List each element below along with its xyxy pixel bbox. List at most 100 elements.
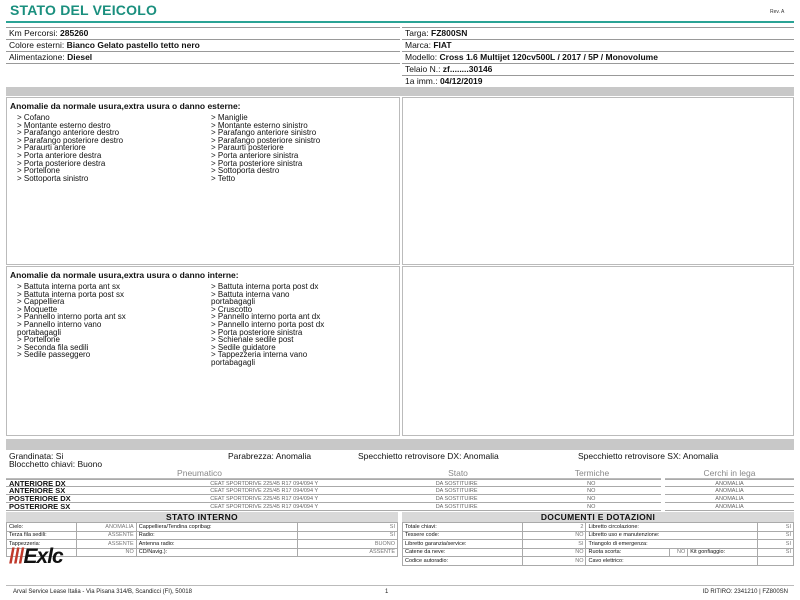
interior-state-table: Cielo: ANOMALIA Cappelliera/Tendina copr… — [6, 522, 398, 557]
parabrezza-text: Parabrezza: Anomalia — [228, 451, 312, 461]
title-divider — [6, 21, 794, 23]
tyre-model: CEAT SPORTDRIVE 225/45 R17 094/094 Y — [210, 496, 319, 502]
cell-value: ASSENTE — [75, 539, 137, 549]
tyre-model: CEAT SPORTDRIVE 225/45 R17 094/094 Y — [210, 504, 319, 510]
tyre-termiche: NO — [587, 504, 596, 510]
cell-value: ANOMALIA — [75, 522, 137, 532]
revision-label: Rev. A — [770, 9, 785, 15]
table-row: POSTERIORE SX CEAT SPORTDRIVE 225/45 R17… — [6, 503, 661, 511]
alloy-wheel-status: ANOMALIA — [665, 495, 794, 503]
internal-damage-col1: > Battuta interna porta ant sx > Battuta… — [17, 283, 126, 359]
vehicle-info-left: Km Percorsi: 285260 Colore esterni: Bian… — [6, 27, 400, 64]
page-title: STATO DEL VEICOLO — [10, 2, 158, 18]
logo-text: lc — [47, 545, 63, 568]
section-separator — [6, 87, 794, 96]
cell-label: Terza fila sedili: — [6, 530, 77, 540]
cell-value: NO — [75, 547, 137, 557]
cell-label: Cappelliera/Tendina copribag: — [135, 522, 299, 532]
table-row: Tessere code: NO Libretto uso e manutenz… — [402, 530, 794, 540]
plate-row: Targa: FZ800SN — [402, 28, 794, 40]
footer-id: ID RITIRO: 2341210 | FZ800SN — [702, 589, 788, 595]
brand-row: Marca: FIAT — [402, 40, 794, 52]
interior-state-title: STATO INTERNO — [6, 512, 398, 522]
cell-value: SI — [757, 539, 794, 549]
table-row: Totale chiavi: 2 Libretto circolazione: … — [402, 522, 794, 532]
cell-value: SI — [297, 522, 398, 532]
list-item: portabagagli — [211, 357, 256, 367]
cell-label: Kit gonfiaggio: — [687, 547, 759, 557]
fuel-row: Alimentazione: Diesel — [6, 52, 400, 64]
internal-damage-col2: > Battuta interna porta post dx > Battut… — [211, 283, 324, 367]
km-row: Km Percorsi: 285260 — [6, 28, 400, 40]
alloy-wheel-status: ANOMALIA — [665, 503, 794, 511]
tyre-model: CEAT SPORTDRIVE 225/45 R17 094/094 Y — [210, 488, 319, 494]
table-row: ANTERIORE DX CEAT SPORTDRIVE 225/45 R17 … — [6, 479, 661, 488]
list-item: > Tetto — [211, 173, 236, 183]
chassis-row: Telaio N.: zf........30146 — [402, 64, 794, 76]
section-separator — [6, 439, 794, 450]
table-row: Libretto garanzia/service: SI Triangolo … — [402, 539, 794, 549]
internal-damage-title: Anomalie da normale usura,extra usura o … — [10, 270, 239, 280]
color-row: Colore esterni: Bianco Gelato pastello t… — [6, 40, 400, 52]
col-header-cerchi: Cerchi in lega — [665, 468, 794, 479]
tyre-stato: DA SOSTITUIRE — [435, 488, 478, 494]
cell-value: SI — [521, 539, 587, 549]
external-damage-panel: Anomalie da normale usura,extra usura o … — [6, 97, 400, 265]
cell-label: CD/Navig.): — [135, 547, 299, 557]
internal-damage-photo-area — [402, 266, 794, 436]
tyre-termiche: NO — [587, 496, 596, 502]
cell-value — [757, 556, 794, 566]
model-row: Modello: Cross 1.6 Multijet 120cv500L / … — [402, 52, 794, 64]
interior-state-section: STATO INTERNO Cielo: ANOMALIA Cappellier… — [6, 512, 398, 557]
cell-label: Catene da neve: — [402, 547, 523, 557]
footer-divider — [6, 585, 794, 586]
list-item: > Sedile passeggero — [17, 350, 91, 360]
cell-value: ASSENTE — [75, 530, 137, 540]
table-row: Catene da neve: NO Ruota scorta: NO Kit … — [402, 547, 794, 557]
logo-text: E — [23, 545, 38, 568]
col-header-pneumatico: Pneumatico — [6, 468, 393, 479]
table-row: Cielo: ANOMALIA Cappelliera/Tendina copr… — [6, 522, 398, 532]
cell-value: NO — [521, 530, 587, 540]
cell-value: SI — [757, 522, 794, 532]
alloy-wheel-status: ANOMALIA — [665, 487, 794, 495]
cell-value: BUONO — [297, 539, 398, 549]
internal-damage-panel: Anomalie da normale usura,extra usura o … — [6, 266, 400, 436]
col-header-termiche: Termiche — [523, 468, 661, 479]
table-row: Tappezzeria: ASSENTE Antenna radio: BUON… — [6, 539, 398, 549]
table-row: POSTERIORE DX CEAT SPORTDRIVE 225/45 R17… — [6, 495, 661, 503]
alloy-wheel-status: ANOMALIA — [665, 479, 794, 487]
specchietto-dx-text: Specchietto retrovisore DX: Anomalia — [358, 451, 499, 461]
documents-section: DOCUMENTI E DOTAZIONI Totale chiavi: 2 L… — [402, 512, 794, 566]
footer-address: Arval Service Lease Italia - Via Pisana … — [13, 589, 192, 595]
cell-label: Codice autoradio: — [402, 556, 523, 566]
cell-value: NO — [521, 547, 587, 557]
cell-label: Antenna radio: — [135, 539, 299, 549]
tyre-table-header: Pneumatico Stato Termiche — [6, 468, 661, 479]
external-damage-title: Anomalie da normale usura,extra usura o … — [10, 101, 241, 111]
cell-label: Cavo elettrico: — [585, 556, 759, 566]
documents-title: DOCUMENTI E DOTAZIONI — [402, 512, 794, 522]
cell-value: 2 — [521, 522, 587, 532]
cell-value: NO — [521, 556, 587, 566]
cell-value: SI — [297, 530, 398, 540]
tyre-stato: DA SOSTITUIRE — [435, 496, 478, 502]
logo-bars-icon: /// — [9, 545, 24, 568]
cell-label: Tessere code: — [402, 530, 523, 540]
cell-value: SI — [757, 547, 794, 557]
cell-label: Triangolo di emergenza: — [585, 539, 759, 549]
tyre-table: Pneumatico Stato Termiche ANTERIORE DX C… — [6, 468, 661, 511]
cell-label: Libretto circolazione: — [585, 522, 759, 532]
table-row: NO CD/Navig.): ASSENTE — [6, 547, 398, 557]
cell-value: NO — [669, 547, 689, 557]
tyre-stato: DA SOSTITUIRE — [435, 504, 478, 510]
external-damage-col2: > Maniglie > Montante esterno sinistro >… — [211, 114, 320, 182]
tyre-termiche: NO — [587, 488, 596, 494]
cell-label: Ruota scorta: — [585, 547, 671, 557]
logo-text: x — [36, 545, 49, 568]
cell-value: ASSENTE — [297, 547, 398, 557]
specchietto-sx-text: Specchietto retrovisore SX: Anomalia — [578, 451, 719, 461]
table-row: Terza fila sedili: ASSENTE Radio: SI — [6, 530, 398, 540]
cell-label: Libretto garanzia/service: — [402, 539, 523, 549]
list-item: > Sottoporta sinistro — [17, 173, 89, 183]
